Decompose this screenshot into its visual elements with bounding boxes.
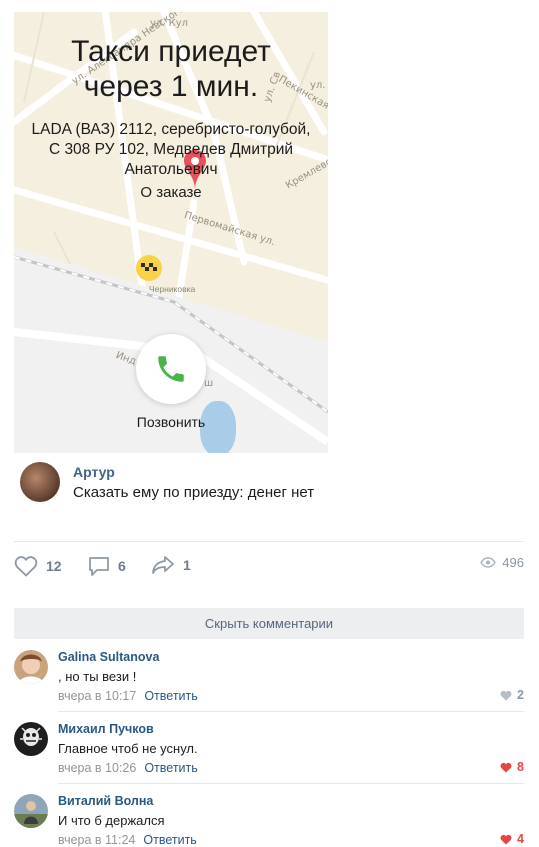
hide-comments-button[interactable]: Скрыть комментарии: [14, 608, 524, 639]
views-count: 496: [502, 555, 524, 570]
share-count: 1: [183, 557, 191, 573]
comment-text: И что б держался: [58, 813, 165, 828]
reply-link[interactable]: Ответить: [143, 833, 196, 847]
comment-author[interactable]: Galina Sultanova: [58, 650, 159, 664]
divider: [14, 541, 524, 542]
comment-meta: вчера в 11:24 Ответить: [58, 833, 197, 847]
divider: [58, 711, 524, 712]
comment-meta: вчера в 10:26 Ответить: [58, 761, 198, 775]
avatar[interactable]: [14, 794, 48, 828]
comment-time[interactable]: вчера в 11:24: [58, 833, 135, 847]
share-arrow-icon: [152, 556, 174, 574]
comment-bubble-icon: [89, 557, 109, 576]
comment-count: 6: [118, 558, 126, 574]
comment-like-button[interactable]: 2: [500, 688, 524, 702]
comment-like-count: 2: [517, 688, 524, 702]
taxi-arrival-title: Такси приедет через 1 мин.: [14, 34, 328, 104]
views-counter: 496: [480, 555, 524, 570]
share-button[interactable]: 1: [151, 555, 191, 575]
taxi-map-screenshot: ул. Кул ул. Александра Невского ул. Л ул…: [14, 12, 328, 453]
reply-link[interactable]: Ответить: [144, 761, 197, 775]
comment-button[interactable]: 6: [88, 555, 126, 577]
comment-time[interactable]: вчера в 10:26: [58, 761, 136, 775]
village-label: Черниковка: [149, 284, 196, 294]
heart-icon: [14, 556, 38, 577]
like-count: 12: [46, 558, 62, 574]
like-button[interactable]: 12: [14, 555, 62, 577]
comment-author[interactable]: Артур: [73, 464, 115, 480]
comment-meta: вчера в 10:17 Ответить: [58, 689, 198, 703]
heart-icon: [500, 762, 512, 772]
avatar[interactable]: [14, 650, 48, 684]
post-actions: 12 6 1 496: [14, 555, 524, 579]
reply-link[interactable]: Ответить: [144, 689, 197, 703]
call-button[interactable]: [136, 334, 206, 404]
comment-time[interactable]: вчера в 10:17: [58, 689, 136, 703]
street-label: ш: [204, 378, 214, 389]
heart-icon: [500, 690, 512, 700]
comment-text: , но ты вези !: [58, 669, 137, 684]
divider: [58, 783, 524, 784]
comment-like-button[interactable]: 8: [500, 760, 524, 774]
comment-text: Главное чтоб не уснул.: [58, 741, 198, 756]
call-label: Позвонить: [136, 414, 206, 430]
taxi-car-icon: [136, 255, 162, 281]
avatar[interactable]: [20, 462, 60, 502]
phone-icon: [158, 356, 184, 382]
comment-like-count: 4: [517, 832, 524, 846]
comment-text: Сказать ему по приезду: денег нет: [73, 484, 315, 501]
car-info: LADA (ВАЗ) 2112, серебристо-голубой, С 3…: [31, 121, 311, 178]
avatar[interactable]: [14, 722, 48, 756]
eye-icon: [480, 557, 497, 568]
comment-like-button[interactable]: 4: [500, 832, 524, 846]
taxi-title-line-2: через 1 мин.: [83, 70, 259, 103]
comment-like-count: 8: [517, 760, 524, 774]
comment-author[interactable]: Михаил Пучков: [58, 722, 154, 736]
taxi-title-line-1: Такси приедет: [71, 35, 271, 68]
order-details-link[interactable]: О заказе: [14, 184, 328, 201]
comment-author[interactable]: Виталий Волна: [58, 794, 153, 808]
